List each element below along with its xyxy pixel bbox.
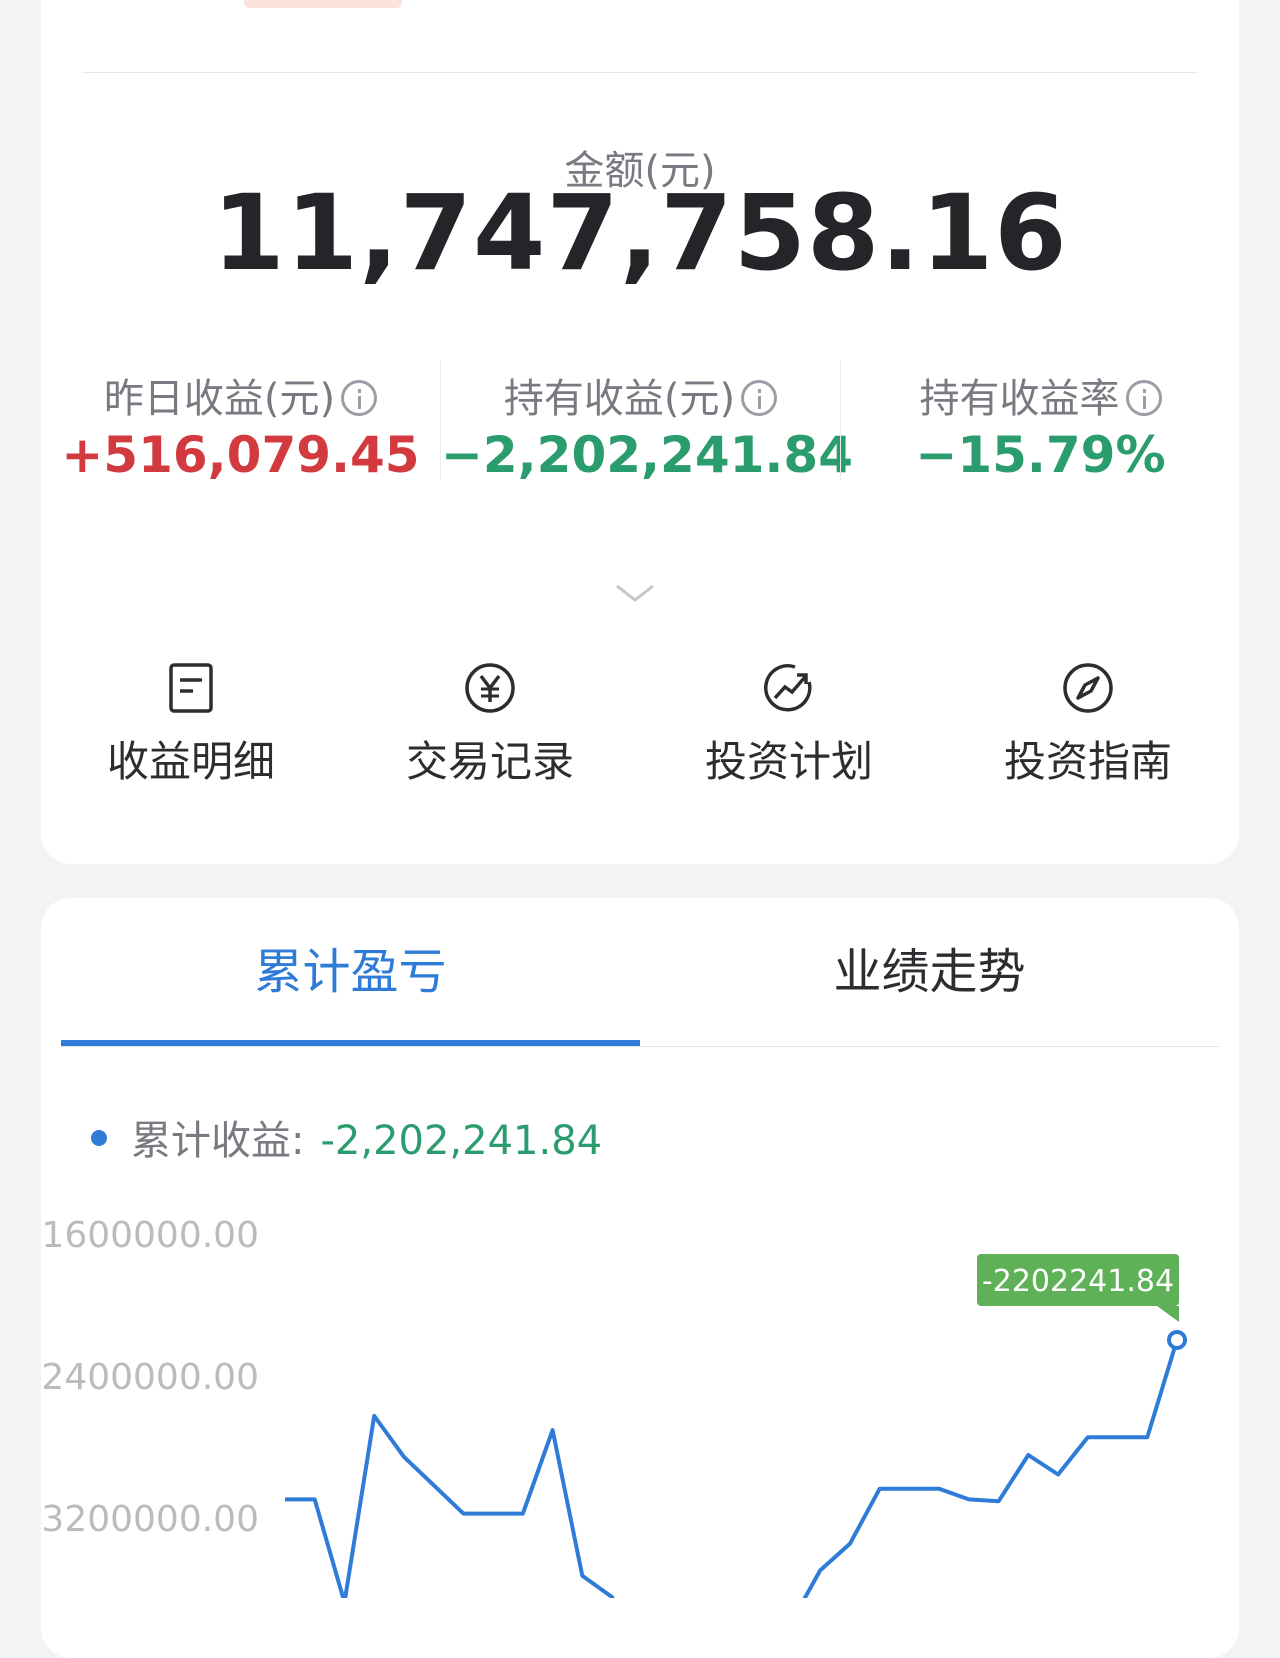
y-tick-label: -1600000.00 — [41, 1215, 259, 1256]
info-icon[interactable] — [341, 380, 378, 416]
stat-holding-return-rate[interactable]: 持有收益率 −15.79% — [841, 360, 1240, 500]
divider — [82, 72, 1198, 73]
fund-tag-badge — [244, 0, 402, 8]
info-icon[interactable] — [1125, 380, 1162, 416]
asset-summary-card: 详情 金额(元) 11,747,758.16 昨日收益(元) +516,079.… — [41, 0, 1239, 864]
shortcut-grid: 收益明细 交易记录 投资计划 投资指南 — [41, 660, 1239, 800]
chart-card: 累计盈亏 业绩走势 累计收益: -2,202,241.84 -1600000.00… — [41, 898, 1239, 1658]
details-link[interactable]: 详情 — [1115, 0, 1199, 6]
trend-up-icon — [764, 664, 812, 712]
shortcut-transactions[interactable]: 交易记录 — [340, 660, 640, 789]
shortcut-label: 投资指南 — [1003, 737, 1172, 786]
stat-label: 持有收益(元) — [503, 376, 736, 422]
shortcut-investment-guide[interactable]: 投资指南 — [938, 660, 1238, 789]
chevron-down-icon[interactable] — [615, 582, 655, 604]
shortcut-label: 投资计划 — [704, 737, 873, 786]
end-point-marker[interactable] — [1167, 1329, 1187, 1350]
y-tick-label: -3200000.00 — [41, 1499, 259, 1540]
y-tick-label: -2400000.00 — [41, 1357, 259, 1398]
shortcut-earnings-detail[interactable]: 收益明细 — [41, 660, 341, 789]
shortcut-label: 收益明细 — [106, 737, 275, 786]
chart-legend: 累计收益: -2,202,241.84 — [91, 1108, 602, 1164]
cumulative-pnl-chart[interactable]: -1600000.00 -2400000.00 -3200000.00 -220224… — [41, 1158, 1239, 1598]
divider — [61, 1046, 1219, 1047]
earnings-stats: 昨日收益(元) +516,079.45 持有收益(元) −2,202,241.8… — [41, 360, 1239, 500]
stat-yesterday-earnings[interactable]: 昨日收益(元) +516,079.45 — [41, 360, 440, 500]
value-tooltip: -2202241.84 — [977, 1253, 1179, 1322]
tab-performance-trend[interactable]: 业绩走势 — [640, 898, 1219, 1048]
yuan-circle-icon — [465, 663, 515, 713]
info-icon[interactable] — [741, 380, 778, 416]
stat-value: +516,079.45 — [61, 426, 420, 484]
document-icon — [169, 663, 213, 713]
compass-icon — [1063, 663, 1113, 713]
shortcut-investment-plan[interactable]: 投资计划 — [639, 660, 939, 789]
amount-value: 11,747,758.16 — [212, 172, 1068, 294]
shortcut-label: 交易记录 — [405, 737, 574, 786]
tab-cumulative-pnl[interactable]: 累计盈亏 — [61, 898, 640, 1048]
chart-tabs: 累计盈亏 业绩走势 — [61, 898, 1219, 1048]
tooltip-label: -2202241.84 — [982, 1264, 1174, 1299]
stat-holding-earnings[interactable]: 持有收益(元) −2,202,241.84 — [441, 360, 853, 500]
legend-dot — [91, 1130, 107, 1146]
stat-label: 持有收益率 — [919, 376, 1120, 422]
stat-value: −2,202,241.84 — [441, 426, 853, 484]
stat-value: −15.79% — [915, 426, 1166, 484]
stat-label: 昨日收益(元) — [103, 376, 336, 422]
series-line — [285, 1339, 1179, 1598]
tooltip-pointer — [1157, 1305, 1179, 1322]
